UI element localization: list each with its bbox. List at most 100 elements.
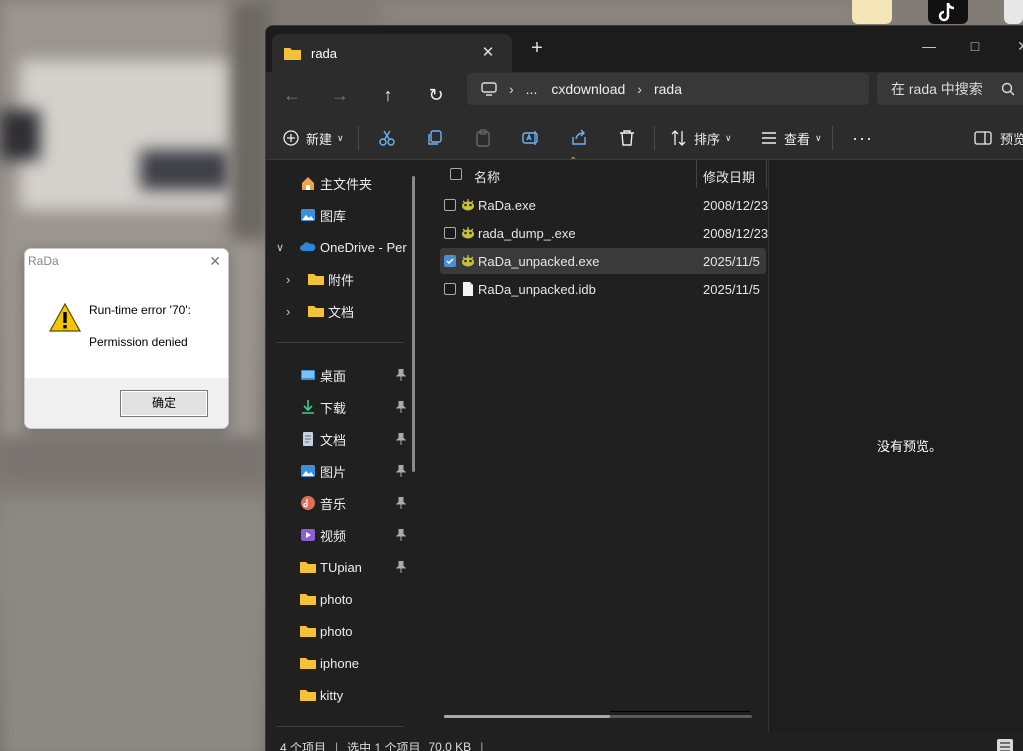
row-checkbox[interactable] [444, 199, 456, 211]
row-checkbox[interactable] [444, 255, 456, 267]
divider [654, 126, 655, 150]
sidebar-item-label: 桌面 [320, 368, 347, 384]
copy-button[interactable] [426, 125, 444, 151]
sidebar-item-视频[interactable]: 视频 [266, 521, 416, 549]
row-checkbox[interactable] [444, 227, 456, 239]
sort-button[interactable]: 排序 ∨ [670, 125, 732, 151]
nav-home[interactable]: 主文件夹 [266, 169, 416, 197]
nav-onedrive[interactable]: ∨ OneDrive - Per [266, 233, 416, 261]
cut-button[interactable] [378, 125, 396, 151]
maximize-button[interactable]: □ [952, 32, 998, 60]
address-path[interactable]: › ... cxdownload › rada [467, 73, 869, 105]
file-row[interactable]: RaDa_unpacked.exe 2025/11/5 [440, 248, 766, 274]
close-tab-icon[interactable]: ✕ [478, 43, 498, 63]
minimize-button[interactable]: — [906, 32, 952, 60]
sidebar-item-label: 文档 [320, 432, 347, 448]
rename-button[interactable] [522, 125, 540, 151]
chevron-down-icon[interactable]: ∨ [276, 241, 284, 254]
column-modified[interactable]: 修改日期 [703, 167, 755, 186]
nav-onedrive-documents[interactable]: › 文档 [266, 297, 416, 325]
breadcrumb-ellipsis[interactable]: ... [526, 81, 538, 97]
close-icon[interactable]: ✕ [209, 253, 221, 270]
select-all-checkbox[interactable] [450, 168, 462, 180]
tab-rada[interactable]: rada ✕ [272, 34, 512, 72]
file-row[interactable]: RaDa.exe 2008/12/23 [440, 192, 768, 218]
status-size: 70.0 KB [428, 740, 472, 751]
sidebar-item-音乐[interactable]: 音乐 [266, 489, 416, 517]
sidebar-item-下载[interactable]: 下载 [266, 393, 416, 421]
new-tab-button[interactable]: + [526, 38, 548, 60]
up-button[interactable]: ↑ [371, 80, 405, 110]
status-item-count: 4 个项目 [280, 740, 327, 751]
pin-icon[interactable] [396, 529, 406, 541]
sidebar-item-kitty[interactable]: kitty [266, 681, 416, 709]
sidebar-item-photo[interactable]: photo [266, 585, 416, 613]
row-checkbox[interactable] [444, 283, 456, 295]
file-row[interactable]: RaDa_unpacked.idb 2025/11/5 [440, 276, 766, 302]
horizontal-scrollbar-thumb[interactable] [444, 715, 610, 718]
trophy-app-icon[interactable] [852, 0, 892, 24]
sidebar-item-photo[interactable]: photo [266, 617, 416, 645]
chevron-right-icon[interactable]: › [286, 272, 290, 287]
divider [832, 126, 833, 150]
sidebar-item-tupian[interactable]: TUpian [266, 553, 416, 581]
navigation-pane: 主文件夹 图库 ∨ OneDrive - Per › 附件 › 文档 桌面下载文… [266, 160, 424, 732]
view-list-icon [762, 132, 776, 144]
details-view-icon[interactable] [997, 739, 1013, 751]
dialog-title-bar: RaDa ✕ [25, 249, 228, 274]
chevron-right-icon: › [637, 81, 642, 97]
paste-button[interactable] [474, 125, 492, 151]
chevron-right-icon[interactable]: › [286, 304, 290, 319]
delete-button[interactable] [618, 125, 636, 151]
column-divider[interactable] [766, 160, 767, 188]
nav-scrollbar[interactable] [412, 176, 415, 472]
column-divider[interactable] [696, 160, 697, 188]
file-date: 2008/12/23 [703, 225, 769, 241]
nav-onedrive-attachments[interactable]: › 附件 [266, 265, 416, 293]
forward-button[interactable]: → [323, 80, 357, 110]
tiktok-app-icon[interactable] [928, 0, 968, 24]
pin-icon[interactable] [396, 465, 406, 477]
pin-icon[interactable] [396, 561, 406, 573]
chevron-down-icon: ∨ [815, 132, 822, 143]
sidebar-item-桌面[interactable]: 桌面 [266, 361, 416, 389]
pin-icon[interactable] [396, 369, 406, 381]
status-bar: 4 个项目 | 选中 1 个项目 70.0 KB | [266, 732, 1023, 751]
sidebar-item-iphone[interactable]: iphone [266, 649, 416, 677]
pictures-icon [301, 465, 315, 477]
file-row[interactable]: rada_dump_.exe 2008/12/23 [440, 220, 769, 246]
more-options-button[interactable]: ··· [852, 125, 873, 151]
address-bar-row: ← → ↑ ↻ › ... cxdownload › rada 在 rada 中… [266, 72, 1023, 116]
nav-gallery[interactable]: 图库 [266, 201, 416, 229]
new-button[interactable]: 新建 ∨ [282, 125, 344, 151]
sidebar-item-文档[interactable]: 文档 [266, 425, 416, 453]
pin-icon[interactable] [396, 433, 406, 445]
nav-onedrive-label: OneDrive - Per [320, 239, 407, 255]
folder-icon [308, 306, 324, 317]
red-app-icon[interactable] [1004, 0, 1023, 24]
copy-icon [428, 130, 442, 145]
tab-title: rada [311, 45, 338, 61]
pin-icon[interactable] [396, 401, 406, 413]
preview-pane-button[interactable]: 预览 [974, 125, 1023, 151]
share-button[interactable] [570, 125, 588, 151]
desktop-icon [301, 370, 315, 380]
breadcrumb-rada[interactable]: rada [654, 81, 682, 97]
pin-icon[interactable] [396, 497, 406, 509]
dialog-body: Run-time error '70': Permission denied [25, 274, 228, 378]
sidebar-item-图片[interactable]: 图片 [266, 457, 416, 485]
column-name[interactable]: 名称 [474, 167, 500, 186]
refresh-button[interactable]: ↻ [419, 80, 453, 110]
ok-button[interactable]: 确定 [120, 390, 208, 417]
video-icon [301, 529, 315, 541]
close-window-button[interactable]: ✕ [1000, 32, 1023, 60]
folder-icon [300, 658, 316, 669]
sort-icon [671, 130, 686, 146]
back-button[interactable]: ← [275, 80, 309, 110]
exe-app-icon [462, 199, 474, 211]
scroll-shadow [610, 711, 750, 712]
search-box[interactable]: 在 rada 中搜索 [877, 73, 1023, 105]
breadcrumb-cxdownload[interactable]: cxdownload [551, 81, 625, 97]
file-name: RaDa_unpacked.idb [478, 281, 596, 297]
view-button[interactable]: 查看 ∨ [760, 125, 822, 151]
